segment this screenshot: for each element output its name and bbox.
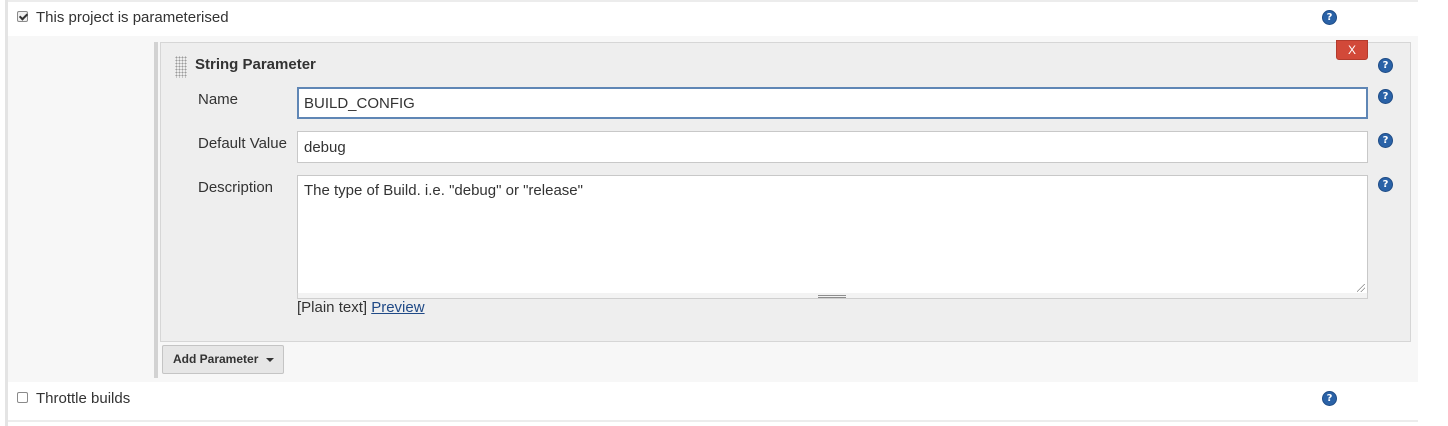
add-parameter-label: Add Parameter (173, 352, 259, 366)
resize-grip-icon (818, 295, 846, 298)
help-icon[interactable]: ? (1322, 10, 1337, 25)
help-icon[interactable]: ? (1322, 391, 1337, 406)
throttle-builds-label: Throttle builds (36, 390, 131, 407)
delete-parameter-button[interactable]: X (1336, 40, 1368, 60)
default-value-label: Default Value (198, 135, 287, 152)
parameterised-label: This project is parameterised (36, 9, 229, 26)
help-icon[interactable]: ? (1378, 58, 1393, 73)
description-label: Description (198, 179, 274, 196)
markup-format: [Plain text] Preview (297, 299, 425, 316)
throttle-builds-checkbox[interactable] (17, 392, 28, 403)
drag-handle-icon[interactable] (175, 56, 187, 78)
help-icon[interactable]: ? (1378, 89, 1393, 104)
section-top-divider (8, 0, 1418, 2)
parameter-container-border (154, 42, 158, 378)
help-icon[interactable]: ? (1378, 133, 1393, 148)
resize-corner-icon[interactable] (1357, 284, 1365, 292)
name-input[interactable] (297, 87, 1368, 119)
default-value-input[interactable] (297, 131, 1368, 163)
help-icon[interactable]: ? (1378, 177, 1393, 192)
preview-link[interactable]: Preview (371, 299, 424, 316)
parameter-title: String Parameter (195, 56, 316, 73)
section-bottom-divider (8, 420, 1418, 422)
plain-text-label: [Plain text] (297, 299, 368, 316)
parameterised-checkbox[interactable] (17, 11, 28, 22)
caret-down-icon (266, 358, 274, 362)
description-textarea[interactable]: The type of Build. i.e. "debug" or "rele… (297, 175, 1368, 294)
name-label: Name (198, 91, 239, 108)
